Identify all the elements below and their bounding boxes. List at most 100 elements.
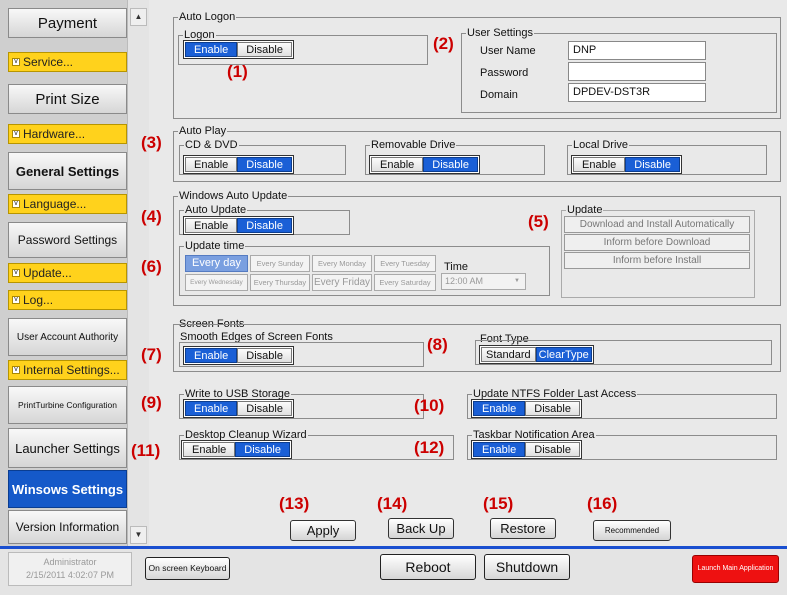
inform-before-download-button[interactable]: Inform before Download — [564, 234, 750, 251]
usb-enable-button[interactable]: Enable — [185, 401, 238, 416]
logon-enable-button[interactable]: Enable — [185, 42, 238, 57]
callout-4: (4) — [141, 207, 162, 226]
chevron-down-icon: v — [12, 296, 20, 304]
auto-update-disable-button[interactable]: Disable — [237, 218, 292, 233]
bottom-bar: Administrator 2/15/2011 4:02:07 PM On sc… — [0, 546, 787, 595]
sidebar-item-version-information[interactable]: Version Information — [8, 510, 127, 544]
taskbar-enable-button[interactable]: Enable — [473, 442, 526, 457]
password-field[interactable] — [568, 62, 706, 81]
chevron-down-icon: ▼ — [514, 278, 520, 284]
sidebar-item-log[interactable]: v Log... — [8, 290, 127, 310]
smooth-edges-enable-button[interactable]: Enable — [185, 348, 238, 363]
font-cleartype-button[interactable]: ClearType — [535, 347, 592, 362]
callout-3: (3) — [141, 133, 162, 152]
domain-label: Domain — [480, 89, 518, 101]
sidebar-item-payment[interactable]: Payment — [8, 8, 127, 38]
shutdown-button[interactable]: Shutdown — [484, 554, 570, 580]
time-select[interactable]: 12:00 AM ▼ — [441, 273, 526, 290]
auto-update-title: Auto Update — [184, 204, 248, 216]
local-enable-button[interactable]: Enable — [573, 157, 626, 172]
day-every-tuesday[interactable]: Every Tuesday — [374, 255, 436, 272]
user-info-box: Administrator 2/15/2011 4:02:07 PM — [8, 552, 132, 586]
callout-7: (7) — [141, 345, 162, 364]
sidebar-item-update[interactable]: v Update... — [8, 263, 127, 283]
day-every-monday[interactable]: Every Monday — [312, 255, 372, 272]
sidebar-item-windows-settings[interactable]: Winsows Settings — [8, 470, 127, 508]
sidebar-item-launcher-settings[interactable]: Launcher Settings — [8, 428, 127, 468]
reboot-button[interactable]: Reboot — [380, 554, 476, 580]
ntfs-enable-button[interactable]: Enable — [473, 401, 526, 416]
smooth-edges-disable-button[interactable]: Disable — [237, 348, 292, 363]
on-screen-keyboard-button[interactable]: On screen Keyboard — [145, 557, 230, 580]
day-every-sunday[interactable]: Every Sunday — [250, 255, 310, 272]
windows-auto-update-title: Windows Auto Update — [178, 190, 289, 202]
usb-toggle: Enable Disable — [183, 399, 294, 418]
usb-disable-button[interactable]: Disable — [237, 401, 292, 416]
local-disable-button[interactable]: Disable — [625, 157, 680, 172]
inform-before-install-button[interactable]: Inform before Install — [564, 252, 750, 269]
cleanup-toggle: Enable Disable — [181, 440, 292, 459]
font-standard-button[interactable]: Standard — [481, 347, 536, 362]
chevron-down-icon: v — [12, 130, 20, 138]
chevron-down-icon: v — [12, 269, 20, 277]
backup-button[interactable]: Back Up — [388, 518, 454, 539]
logon-disable-button[interactable]: Disable — [237, 42, 292, 57]
callout-12: (12) — [414, 438, 445, 457]
time-label: Time — [444, 261, 469, 273]
auto-play-title: Auto Play — [178, 125, 228, 137]
auto-update-toggle: Enable Disable — [183, 216, 294, 235]
removable-drive-toggle: Enable Disable — [369, 155, 480, 174]
taskbar-toggle: Enable Disable — [471, 440, 582, 459]
logon-toggle: Enable Disable — [183, 40, 294, 59]
sidebar-item-print-size[interactable]: Print Size — [8, 84, 127, 114]
password-label: Password — [480, 67, 529, 79]
chevron-down-icon: v — [12, 58, 20, 66]
user-name-display: Administrator — [43, 557, 97, 567]
local-drive-toggle: Enable Disable — [571, 155, 682, 174]
font-type-toggle: Standard ClearType — [479, 345, 594, 364]
sidebar-item-hardware[interactable]: v Hardware... — [8, 124, 127, 144]
chevron-down-icon: v — [12, 200, 20, 208]
removable-enable-button[interactable]: Enable — [371, 157, 424, 172]
datetime-display: 2/15/2011 4:02:07 PM — [26, 570, 114, 580]
day-every-saturday[interactable]: Every Saturday — [374, 274, 436, 291]
scroll-down-arrow-icon[interactable]: ▼ — [130, 526, 147, 544]
chevron-down-icon: v — [12, 366, 20, 374]
sidebar-item-printturbine-configuration[interactable]: PrintTurbine Configuration — [8, 386, 127, 424]
day-every-wednesday[interactable]: Every Wednesday — [185, 274, 248, 291]
cleanup-enable-button[interactable]: Enable — [183, 442, 236, 457]
day-every-friday[interactable]: Every Friday — [312, 274, 372, 291]
ntfs-disable-button[interactable]: Disable — [525, 401, 580, 416]
sidebar-item-language[interactable]: v Language... — [8, 194, 127, 214]
apply-button[interactable]: Apply — [290, 520, 356, 541]
scroll-up-arrow-icon[interactable]: ▲ — [130, 8, 147, 26]
update-time-title: Update time — [184, 240, 246, 252]
callout-11: (11) — [131, 441, 161, 460]
taskbar-disable-button[interactable]: Disable — [525, 442, 580, 457]
day-every-day[interactable]: Every day — [185, 255, 248, 272]
cleanup-disable-button[interactable]: Disable — [235, 442, 290, 457]
sidebar-item-password-settings[interactable]: Password Settings — [8, 222, 127, 258]
sidebar-item-general-settings[interactable]: General Settings — [8, 152, 127, 190]
sidebar-item-service[interactable]: v Service... — [8, 52, 127, 72]
cd-dvd-disable-button[interactable]: Disable — [237, 157, 292, 172]
user-name-field[interactable]: DNP — [568, 41, 706, 60]
local-drive-title: Local Drive — [572, 139, 630, 151]
user-name-label: User Name — [480, 45, 536, 57]
day-every-thursday[interactable]: Every Thursday — [250, 274, 310, 291]
removable-disable-button[interactable]: Disable — [423, 157, 478, 172]
callout-2: (2) — [433, 34, 454, 53]
auto-update-enable-button[interactable]: Enable — [185, 218, 238, 233]
cd-dvd-enable-button[interactable]: Enable — [185, 157, 238, 172]
domain-field[interactable]: DPDEV-DST3R — [568, 83, 706, 102]
ntfs-toggle: Enable Disable — [471, 399, 582, 418]
recommended-button[interactable]: Recommended — [593, 520, 671, 541]
launch-main-application-button[interactable]: Launch Main Application — [692, 555, 779, 583]
removable-drive-title: Removable Drive — [370, 139, 457, 151]
callout-9: (9) — [141, 393, 162, 412]
sidebar-item-internal-settings[interactable]: v Internal Settings... — [8, 360, 127, 380]
sidebar-item-user-account-authority[interactable]: User Account Authority — [8, 318, 127, 356]
callout-8: (8) — [427, 335, 448, 354]
restore-button[interactable]: Restore — [490, 518, 556, 539]
download-install-automatically-button[interactable]: Download and Install Automatically — [564, 216, 750, 233]
